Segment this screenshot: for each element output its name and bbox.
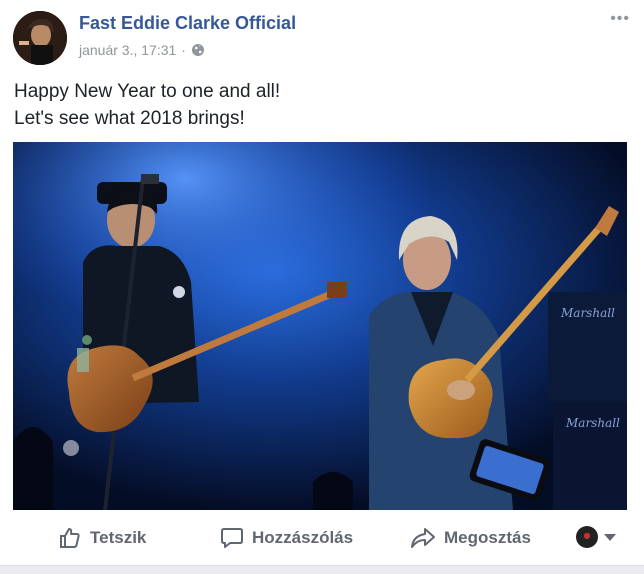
like-button[interactable]: Tetszik xyxy=(58,526,146,550)
svg-text:Marshall: Marshall xyxy=(560,306,615,320)
meta-separator: · xyxy=(181,42,186,58)
post-photo[interactable]: Marshall Marshall xyxy=(13,142,627,510)
share-button[interactable]: Megosztás xyxy=(410,526,531,550)
thumbs-up-icon xyxy=(60,528,80,548)
mini-avatar xyxy=(576,526,598,548)
post-meta: január 3., 17:31 · xyxy=(79,42,205,58)
post-actions-bar: Tetszik Hozzászólás Megosztás xyxy=(0,512,644,562)
svg-text:Marshall: Marshall xyxy=(565,416,620,430)
share-label: Megosztás xyxy=(444,528,531,547)
comment-label: Hozzászólás xyxy=(252,528,354,547)
post-timestamp[interactable]: január 3., 17:31 xyxy=(79,42,176,58)
post-message: Happy New Year to one and all! Let's see… xyxy=(14,78,280,132)
post-text-line: Let's see what 2018 brings! xyxy=(14,108,245,129)
like-label: Tetszik xyxy=(90,528,147,547)
post-as-selector[interactable] xyxy=(576,526,616,548)
more-options-icon[interactable]: ••• xyxy=(610,11,630,27)
globe-icon[interactable] xyxy=(191,43,205,57)
chevron-down-icon xyxy=(604,533,616,541)
page-avatar[interactable] xyxy=(13,11,67,65)
page-name-link[interactable]: Fast Eddie Clarke Official xyxy=(79,13,296,34)
comment-button[interactable]: Hozzászólás xyxy=(220,526,353,550)
facebook-post: Fast Eddie Clarke Official január 3., 17… xyxy=(0,0,644,574)
post-text-line: Happy New Year to one and all! xyxy=(14,81,281,102)
share-arrow-icon xyxy=(411,528,435,548)
comment-icon xyxy=(221,528,243,548)
